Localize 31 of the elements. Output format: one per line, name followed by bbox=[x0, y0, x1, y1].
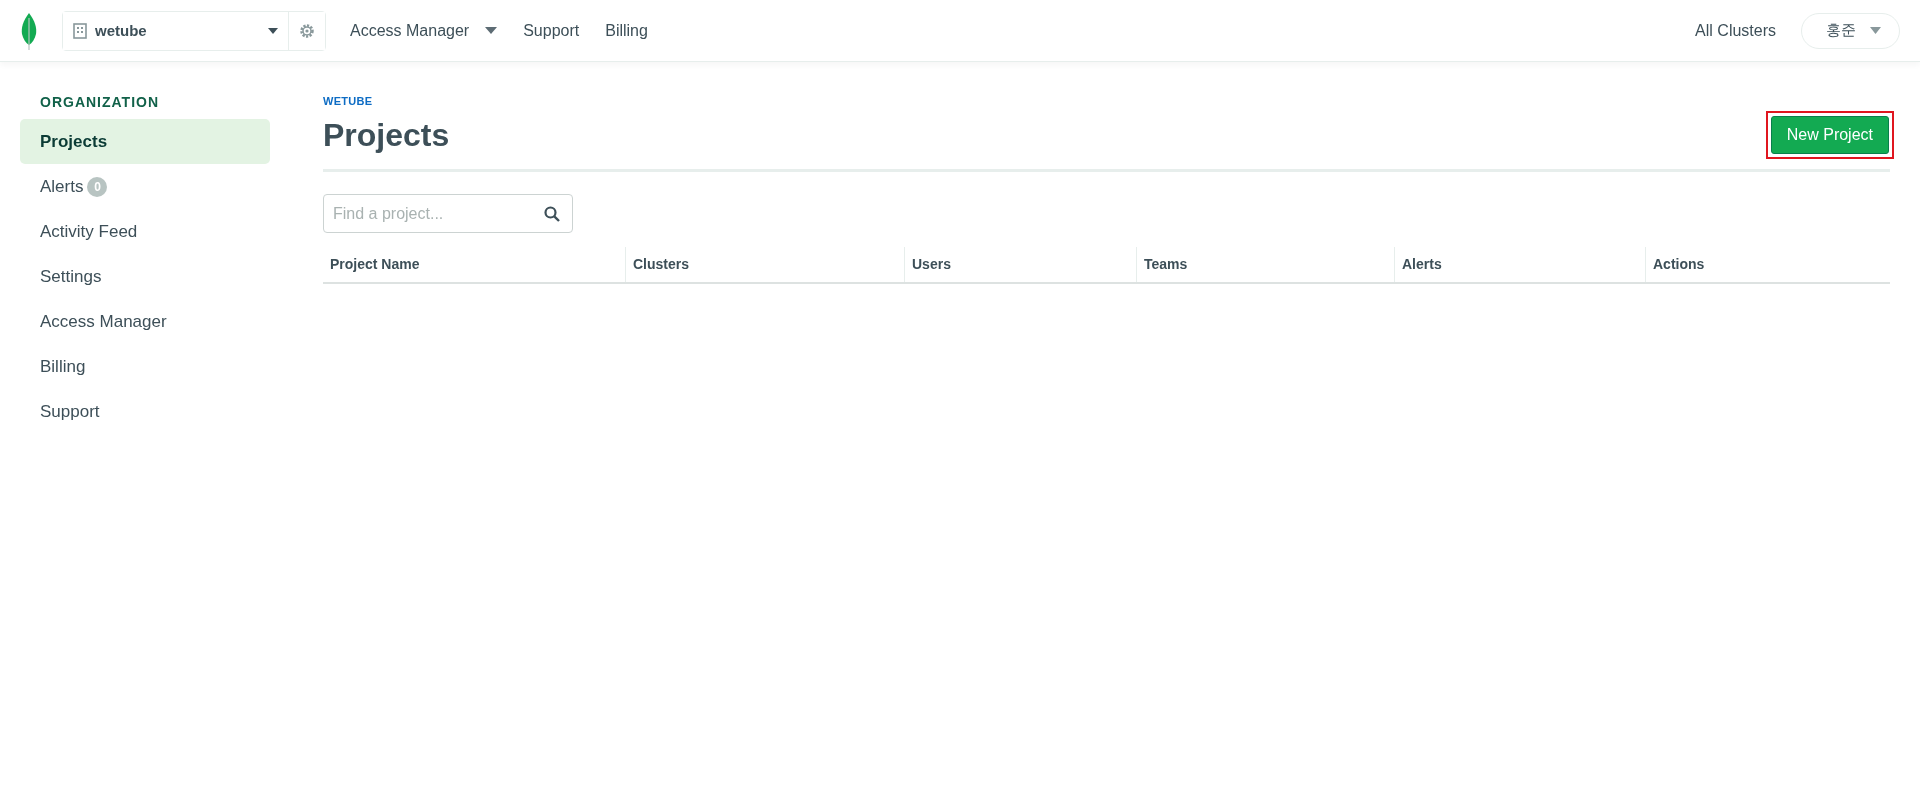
sidebar-item[interactable]: Support bbox=[20, 389, 270, 434]
column-header: Clusters bbox=[625, 247, 904, 282]
column-header: Actions bbox=[1645, 247, 1890, 282]
page-title: Projects bbox=[323, 116, 450, 154]
nav-link[interactable]: Access Manager bbox=[350, 21, 498, 40]
caret-icon bbox=[485, 27, 498, 34]
user-menu-button[interactable]: 홍준 bbox=[1801, 12, 1900, 49]
sidebar-item[interactable]: Activity Feed bbox=[20, 209, 270, 254]
search-field[interactable]: Find a project... bbox=[323, 194, 573, 233]
sidebar-item[interactable]: Access Manager bbox=[20, 299, 270, 344]
nav-link[interactable]: Support bbox=[523, 21, 580, 40]
organization-selector[interactable]: wetube bbox=[63, 11, 289, 50]
caret-icon bbox=[1870, 27, 1881, 34]
sidebar-item[interactable]: Projects bbox=[20, 119, 270, 164]
sidebar-item[interactable]: Alerts 0 bbox=[20, 164, 270, 209]
column-header: Users bbox=[904, 247, 1136, 282]
column-header: Teams bbox=[1136, 247, 1394, 282]
nav-link[interactable]: Billing bbox=[605, 21, 648, 40]
sidebar-item[interactable]: Billing bbox=[20, 344, 270, 389]
sidebar-heading: ORGANIZATION bbox=[39, 94, 161, 110]
caret-icon bbox=[268, 27, 278, 34]
sidebar-item[interactable]: Settings bbox=[20, 254, 270, 299]
count-badge: 0 bbox=[87, 176, 108, 197]
search-icon bbox=[544, 206, 560, 222]
leaf-logo-icon bbox=[20, 11, 38, 50]
column-header: Project Name bbox=[329, 255, 421, 274]
column-header: Alerts bbox=[1394, 247, 1645, 282]
settings-icon bbox=[298, 21, 316, 40]
building-icon bbox=[73, 22, 87, 39]
all-clusters-link[interactable]: All Clusters bbox=[1695, 21, 1776, 40]
breadcrumb: WETUBE bbox=[323, 95, 374, 107]
